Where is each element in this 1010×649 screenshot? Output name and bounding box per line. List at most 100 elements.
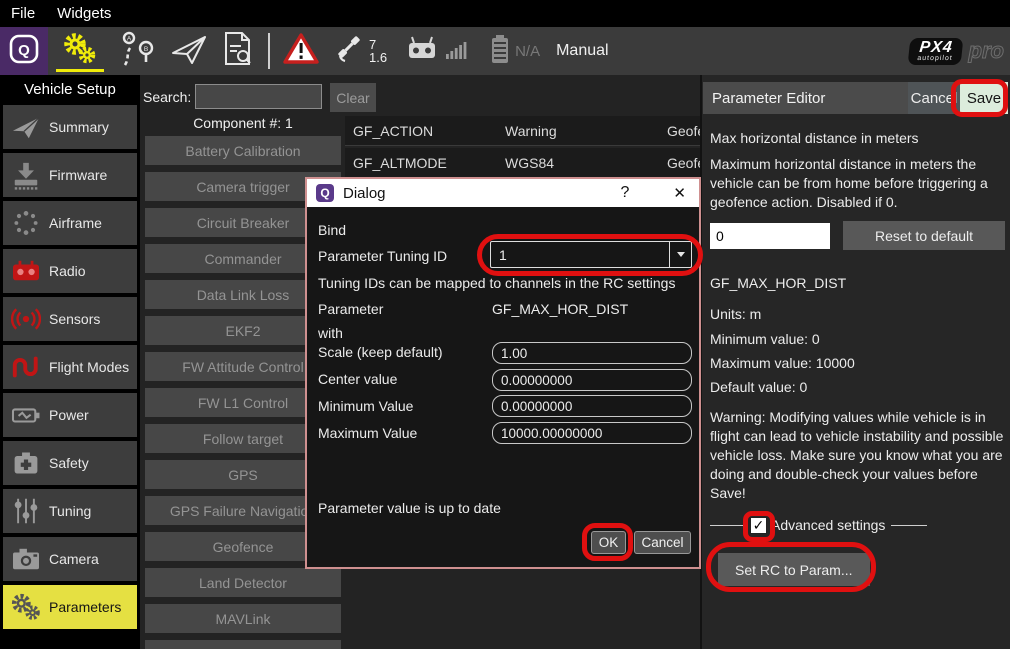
component-header: Component #: 1 — [145, 115, 341, 131]
sidebar-item-power[interactable]: Power — [3, 393, 137, 437]
paper-plane-icon — [170, 32, 208, 71]
menu-widgets[interactable]: Widgets — [46, 5, 122, 22]
sidebar-item-tuning[interactable]: Tuning — [3, 489, 137, 533]
editor-cancel-button[interactable]: Cancel — [908, 82, 960, 114]
bind-label: Bind — [318, 222, 346, 238]
param-max-value: Maximum value: 10000 — [710, 355, 855, 371]
sidebar-item-label: Summary — [49, 119, 109, 135]
advanced-settings-checkbox[interactable]: ✓ — [750, 517, 767, 534]
reset-to-default-button[interactable]: Reset to default — [843, 221, 1005, 250]
flight-modes-wave-icon — [3, 353, 49, 381]
svg-text:Q: Q — [18, 42, 30, 59]
sidebar-item-airframe[interactable]: Airframe — [3, 201, 137, 245]
sidebar-item-sensors[interactable]: Sensors — [3, 297, 137, 341]
parameter-editor-panel: Parameter Editor Cancel Save Max horizon… — [700, 75, 1010, 649]
editor-save-button[interactable]: Save — [960, 82, 1008, 114]
sidebar-item-firmware[interactable]: Firmware — [3, 153, 137, 197]
flight-warning-text: Warning: Modifying values while vehicle … — [710, 408, 1010, 503]
minimum-value-label: Minimum Value — [318, 398, 413, 414]
table-row[interactable]: GF_ACTION Warning Geofence — [345, 116, 705, 146]
battery-value: N/A — [515, 43, 540, 60]
param-name-cell: GF_ALTMODE — [345, 155, 505, 171]
center-value-input[interactable] — [492, 369, 692, 391]
parameter-editor-header: Parameter Editor Cancel Save — [703, 82, 1008, 114]
vehicle-messages-button[interactable] — [283, 33, 319, 70]
gps-hdop: 1.6 — [369, 51, 387, 64]
param-group-button[interactable]: Battery Calibration — [145, 136, 341, 165]
param-short-description: Max horizontal distance in meters — [710, 130, 919, 146]
px4-pro-logo: PX4 autopilot pro — [909, 38, 1004, 65]
camera-icon — [3, 546, 49, 572]
sidebar-item-label: Power — [49, 407, 89, 423]
dialog-title: Dialog — [343, 185, 621, 202]
analyze-tool-button[interactable] — [222, 31, 254, 72]
active-tool-underline — [56, 69, 104, 72]
sidebar-item-camera[interactable]: Camera — [3, 537, 137, 581]
dialog-cancel-button[interactable]: Cancel — [634, 531, 691, 554]
scale-input[interactable] — [492, 342, 692, 364]
table-row[interactable]: GF_ALTMODE WGS84 Geofence — [345, 148, 705, 178]
checkmark-icon: ✓ — [753, 517, 765, 534]
minimum-value-input[interactable] — [492, 395, 692, 417]
power-battery-icon — [3, 402, 49, 428]
warning-triangle-icon — [283, 33, 319, 70]
px4-brand-text: PX4 — [918, 40, 955, 55]
radio-transmitter-icon — [3, 258, 49, 284]
search-label: Search: — [143, 89, 191, 105]
parameter-value: GF_MAX_HOR_DIST — [492, 301, 628, 317]
dialog-ok-button[interactable]: OK — [591, 531, 626, 554]
summary-plane-icon — [3, 113, 49, 141]
maximum-value-input[interactable] — [492, 422, 692, 444]
parameter-label: Parameter — [318, 301, 383, 317]
sidebar-item-flight-modes[interactable]: Flight Modes — [3, 345, 137, 389]
plan-waypoints-tool-button[interactable]: AB — [118, 30, 156, 73]
dialog-titlebar[interactable]: Q Dialog ? ✕ — [307, 179, 699, 207]
set-rc-to-param-button[interactable]: Set RC to Param... — [718, 553, 870, 586]
sidebar-item-label: Sensors — [49, 311, 100, 327]
tuning-id-hint: Tuning IDs can be mapped to channels in … — [318, 275, 675, 291]
rc-rssi-button[interactable] — [407, 36, 468, 67]
waypoints-icon: AB — [118, 30, 156, 73]
search-input[interactable] — [195, 84, 322, 109]
tuning-id-label: Parameter Tuning ID — [318, 248, 447, 264]
clear-button[interactable]: Clear — [330, 83, 376, 112]
vehicle-setup-tool-button[interactable] — [54, 27, 106, 75]
sidebar-item-label: Parameters — [49, 599, 121, 615]
battery-icon — [490, 34, 510, 69]
qgc-logo-icon: Q — [8, 33, 40, 70]
flight-mode-button[interactable]: Manual — [556, 42, 608, 60]
sidebar-item-radio[interactable]: Radio — [3, 249, 137, 293]
menu-file[interactable]: File — [0, 5, 46, 22]
dialog-help-button[interactable]: ? — [621, 184, 630, 202]
sidebar-item-summary[interactable]: Summary — [3, 105, 137, 149]
px4-autopilot-text: autopilot — [917, 55, 953, 62]
combobox-dropdown-button[interactable] — [669, 242, 691, 267]
param-value-cell: Warning — [505, 123, 667, 139]
gps-status-button[interactable]: 7 1.6 — [332, 32, 387, 71]
gears-icon — [61, 32, 99, 71]
dialog-close-icon[interactable]: ✕ — [673, 184, 686, 202]
sidebar-item-label: Airframe — [49, 215, 102, 231]
airframe-dots-icon — [3, 209, 49, 237]
qgc-logo-button[interactable]: Q — [0, 27, 48, 75]
param-name-cell: GF_ACTION — [345, 123, 505, 139]
battery-status-button[interactable]: N/A — [490, 34, 540, 69]
svg-text:B: B — [144, 46, 148, 53]
dialog-body: Bind Parameter Tuning ID 1 Tuning IDs ca… — [307, 207, 699, 567]
sidebar-item-safety[interactable]: Safety — [3, 441, 137, 485]
gps-numbers: 7 1.6 — [369, 38, 387, 64]
parameter-table: GF_ACTION Warning Geofence GF_ALTMODE WG… — [345, 116, 705, 180]
sidebar-item-label: Safety — [49, 455, 89, 471]
toolbar-divider — [268, 33, 270, 69]
signal-bars-icon — [446, 38, 468, 65]
tuning-id-combobox[interactable]: 1 — [490, 241, 692, 268]
sidebar-title: Vehicle Setup — [0, 75, 140, 105]
param-value-input[interactable] — [710, 223, 830, 249]
param-group-button-partial[interactable] — [145, 640, 341, 649]
sidebar-item-parameters[interactable]: Parameters — [3, 585, 137, 629]
qgroundcontrol-window: File Widgets Q AB — [0, 0, 1010, 649]
param-group-button[interactable]: MAVLink — [145, 604, 341, 633]
param-group-button[interactable]: Land Detector — [145, 568, 341, 597]
fly-tool-button[interactable] — [170, 32, 208, 71]
sensors-signal-icon — [3, 306, 49, 332]
